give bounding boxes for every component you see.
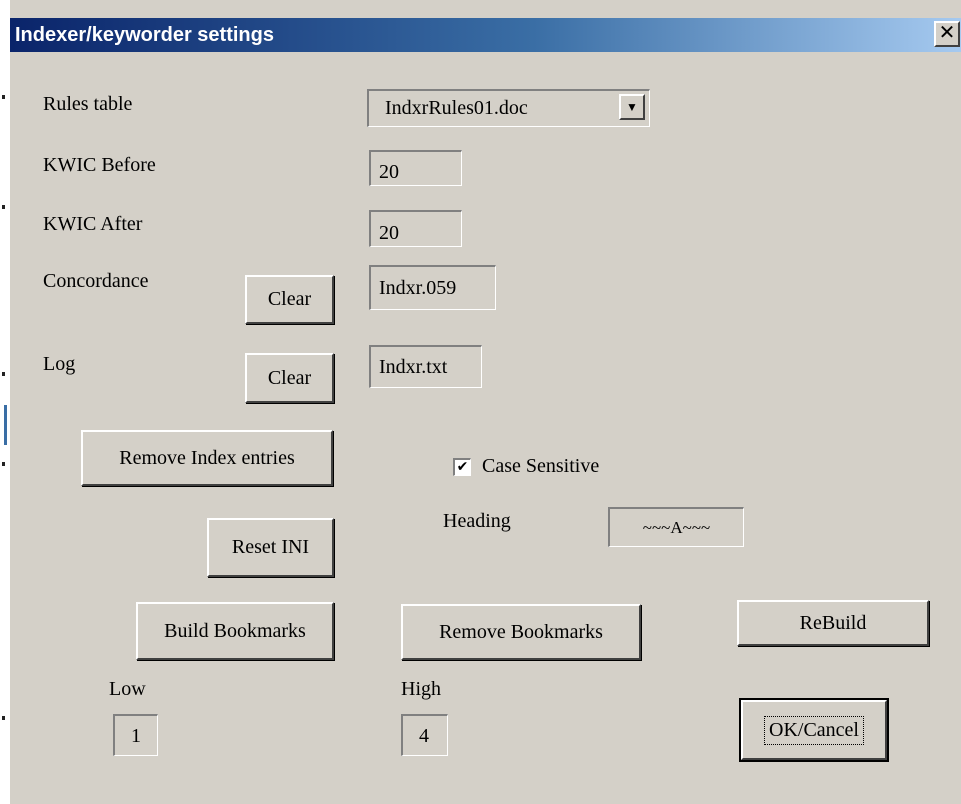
remove-index-entries-button[interactable]: Remove Index entries	[81, 430, 333, 486]
low-label: Low	[109, 678, 146, 700]
title-bar: Indexer/keyworder settings ✕	[10, 18, 961, 52]
reset-ini-button[interactable]: Reset INI	[207, 518, 334, 577]
log-label: Log	[43, 353, 76, 375]
chevron-down-icon[interactable]: ▼	[619, 94, 645, 120]
ok-cancel-label: OK/Cancel	[764, 715, 864, 745]
low-field[interactable]: 1	[113, 714, 158, 756]
case-sensitive-label: Case Sensitive	[482, 455, 600, 477]
heading-field[interactable]: ~~~A~~~	[608, 507, 744, 547]
edge-mark	[2, 95, 5, 99]
rules-table-label: Rules table	[43, 93, 133, 115]
high-field[interactable]: 4	[401, 714, 448, 756]
kwic-before-label: KWIC Before	[43, 154, 156, 176]
kwic-after-label: KWIC After	[43, 213, 143, 235]
edge-mark	[2, 372, 5, 376]
rebuild-button[interactable]: ReBuild	[737, 600, 929, 646]
remove-bookmarks-button[interactable]: Remove Bookmarks	[401, 604, 641, 660]
log-clear-button[interactable]: Clear	[245, 353, 334, 403]
edge-mark	[4, 405, 7, 445]
edge-mark	[2, 205, 5, 209]
close-icon[interactable]: ✕	[934, 21, 960, 47]
window-title: Indexer/keyworder settings	[15, 24, 274, 46]
build-bookmarks-button[interactable]: Build Bookmarks	[136, 602, 334, 660]
ok-cancel-button[interactable]: OK/Cancel	[739, 698, 889, 762]
settings-dialog: Indexer/keyworder settings ✕ Rules table…	[9, 0, 961, 804]
log-file-field[interactable]: Indxr.txt	[369, 345, 482, 388]
heading-label: Heading	[443, 510, 511, 532]
case-sensitive-checkbox[interactable]: ✔	[453, 458, 471, 476]
concordance-label: Concordance	[43, 270, 149, 292]
rules-table-select[interactable]: IndxrRules01.doc ▼	[367, 89, 650, 127]
kwic-before-field[interactable]: 20	[369, 150, 462, 186]
edge-mark	[2, 716, 5, 720]
high-label: High	[401, 678, 441, 700]
kwic-after-field[interactable]: 20	[369, 210, 462, 247]
concordance-clear-button[interactable]: Clear	[245, 275, 334, 324]
background-page-edge	[0, 0, 9, 804]
concordance-file-field[interactable]: Indxr.059	[369, 265, 496, 310]
rules-table-value: IndxrRules01.doc	[385, 97, 528, 119]
edge-mark	[2, 462, 5, 466]
